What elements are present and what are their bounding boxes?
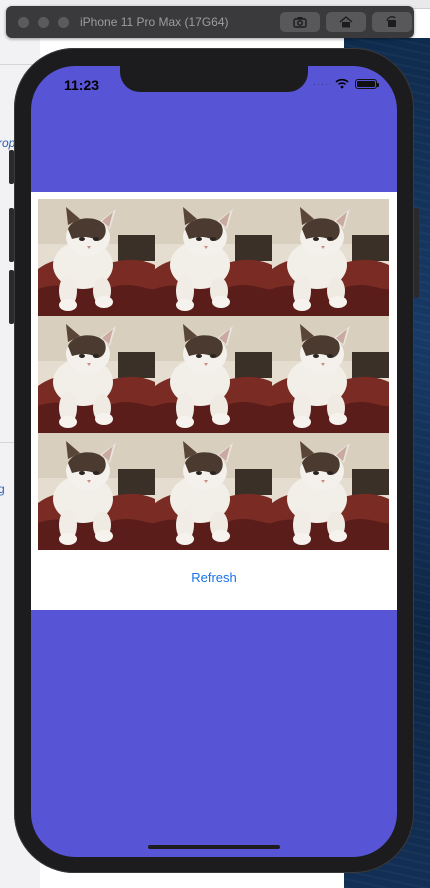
cat-image [38, 316, 155, 433]
cat-image-grid [38, 199, 389, 550]
cat-image [38, 199, 155, 316]
minimize-window-button[interactable] [38, 17, 49, 28]
screenshot-button[interactable] [280, 12, 320, 32]
silent-switch [9, 150, 14, 184]
status-time: 11:23 [64, 77, 100, 93]
battery-icon [355, 78, 379, 89]
signal-icon: ···· [313, 78, 329, 89]
device-name: iPhone 11 Pro Max (17G64) [80, 15, 229, 29]
screenshot-icon [293, 17, 307, 28]
notch [120, 66, 308, 92]
cat-image [272, 316, 389, 433]
volume-up-button [9, 208, 14, 262]
cat-image [38, 433, 155, 550]
cat-image [155, 199, 272, 316]
app-screen: 11:23 ···· Refresh [31, 66, 397, 857]
image-card: Refresh [31, 192, 397, 610]
status-icons: ···· [313, 78, 379, 89]
background-link-fragment: g [0, 482, 5, 496]
cat-image [155, 316, 272, 433]
home-button[interactable] [326, 12, 366, 32]
zoom-window-button[interactable] [58, 17, 69, 28]
cat-image [155, 433, 272, 550]
wifi-icon [335, 78, 349, 89]
cat-image [272, 433, 389, 550]
power-button [414, 208, 419, 298]
close-window-button[interactable] [18, 17, 29, 28]
rotate-button[interactable] [372, 12, 412, 32]
refresh-button[interactable]: Refresh [31, 570, 397, 585]
simulator-titlebar: iPhone 11 Pro Max (17G64) [6, 6, 414, 38]
home-indicator[interactable] [148, 845, 280, 849]
home-icon [339, 16, 353, 28]
rotate-icon [386, 16, 396, 27]
volume-down-button [9, 270, 14, 324]
cat-image [272, 199, 389, 316]
